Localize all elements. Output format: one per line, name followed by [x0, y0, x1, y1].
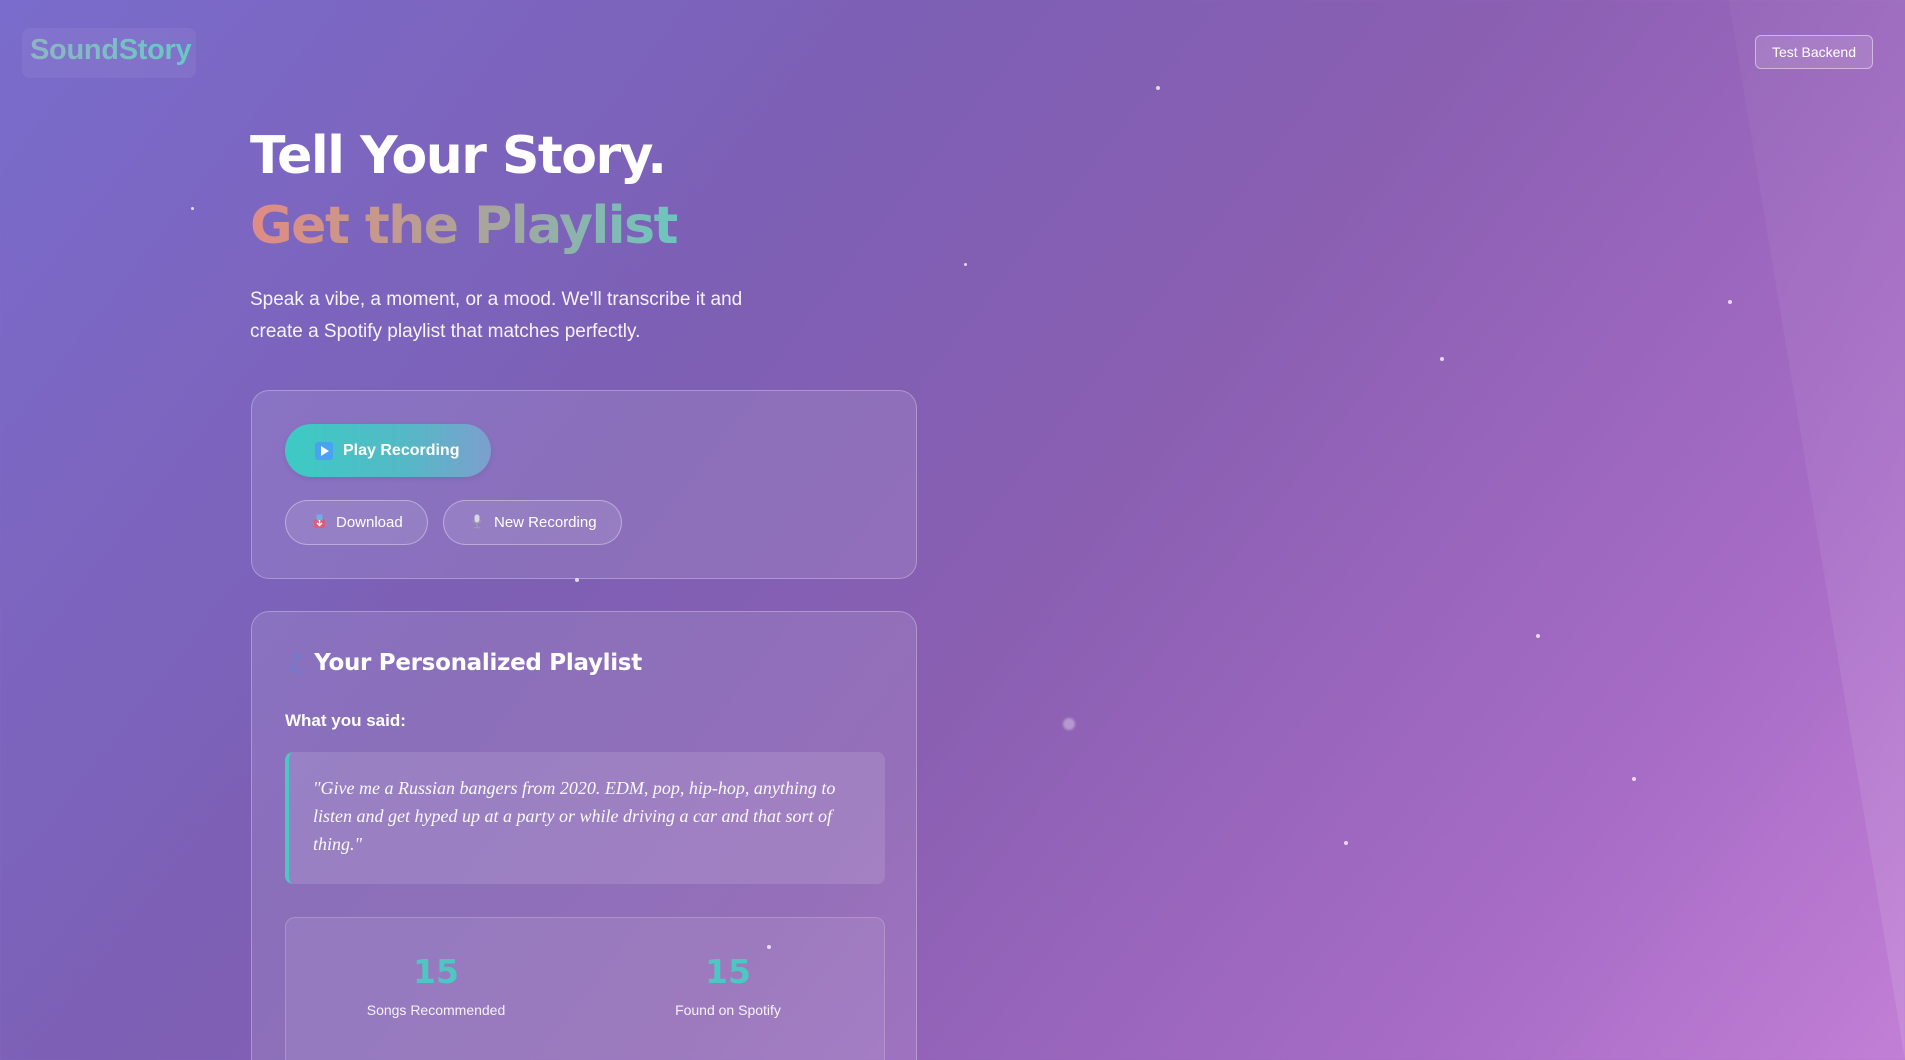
play-icon: [315, 441, 333, 460]
star-decoration: [1440, 357, 1444, 361]
new-recording-label: New Recording: [494, 514, 597, 531]
star-decoration: [964, 263, 967, 266]
stat-found-on-spotify: 15 Found on Spotify: [578, 952, 878, 1018]
music-note-icon: ♫: [285, 649, 307, 677]
playlist-title: Your Personalized Playlist: [314, 650, 642, 676]
playlist-title-row: ♫ Your Personalized Playlist: [285, 649, 642, 677]
star-decoration: [1632, 777, 1636, 781]
transcript-quote: "Give me a Russian bangers from 2020. ED…: [285, 752, 885, 884]
star-decoration: [1536, 634, 1540, 638]
hero-title-gradient: Get the Playlist: [250, 190, 678, 262]
hero-subtitle: Speak a vibe, a moment, or a mood. We'll…: [250, 289, 743, 342]
download-label: Download: [336, 514, 403, 531]
stat-label: Found on Spotify: [675, 1002, 781, 1018]
stat-label: Songs Recommended: [366, 1002, 506, 1018]
play-recording-button[interactable]: Play Recording: [285, 424, 492, 477]
stat-value: 15: [705, 952, 751, 991]
hero-section: Tell Your Story. Get the Playlist Speak …: [250, 122, 950, 348]
stats-panel: 15 Songs Recommended 15 Found on Spotify: [285, 917, 885, 1060]
download-icon: [312, 514, 326, 532]
star-decoration: [191, 207, 194, 210]
recording-card: Play Recording Download New Recording: [251, 390, 917, 579]
app-logo[interactable]: SoundStory: [22, 28, 199, 73]
hero-title: Tell Your Story.: [250, 126, 667, 186]
star-decoration: [1156, 86, 1160, 90]
what-you-said-label: What you said:: [285, 711, 406, 730]
playlist-card: ♫ Your Personalized Playlist What you sa…: [251, 611, 917, 1060]
microphone-icon: [470, 514, 484, 532]
background-sheen: [1728, 0, 1905, 1060]
new-recording-button[interactable]: New Recording: [443, 500, 622, 545]
star-decoration: [1344, 841, 1348, 845]
test-backend-button[interactable]: Test Backend: [1754, 35, 1873, 69]
star-decoration: [1728, 300, 1732, 304]
stat-songs-recommended: 15 Songs Recommended: [286, 952, 586, 1018]
play-recording-label: Play Recording: [343, 441, 460, 459]
stat-value: 15: [413, 952, 459, 991]
star-decoration: [1063, 718, 1075, 730]
download-button[interactable]: Download: [285, 500, 428, 545]
